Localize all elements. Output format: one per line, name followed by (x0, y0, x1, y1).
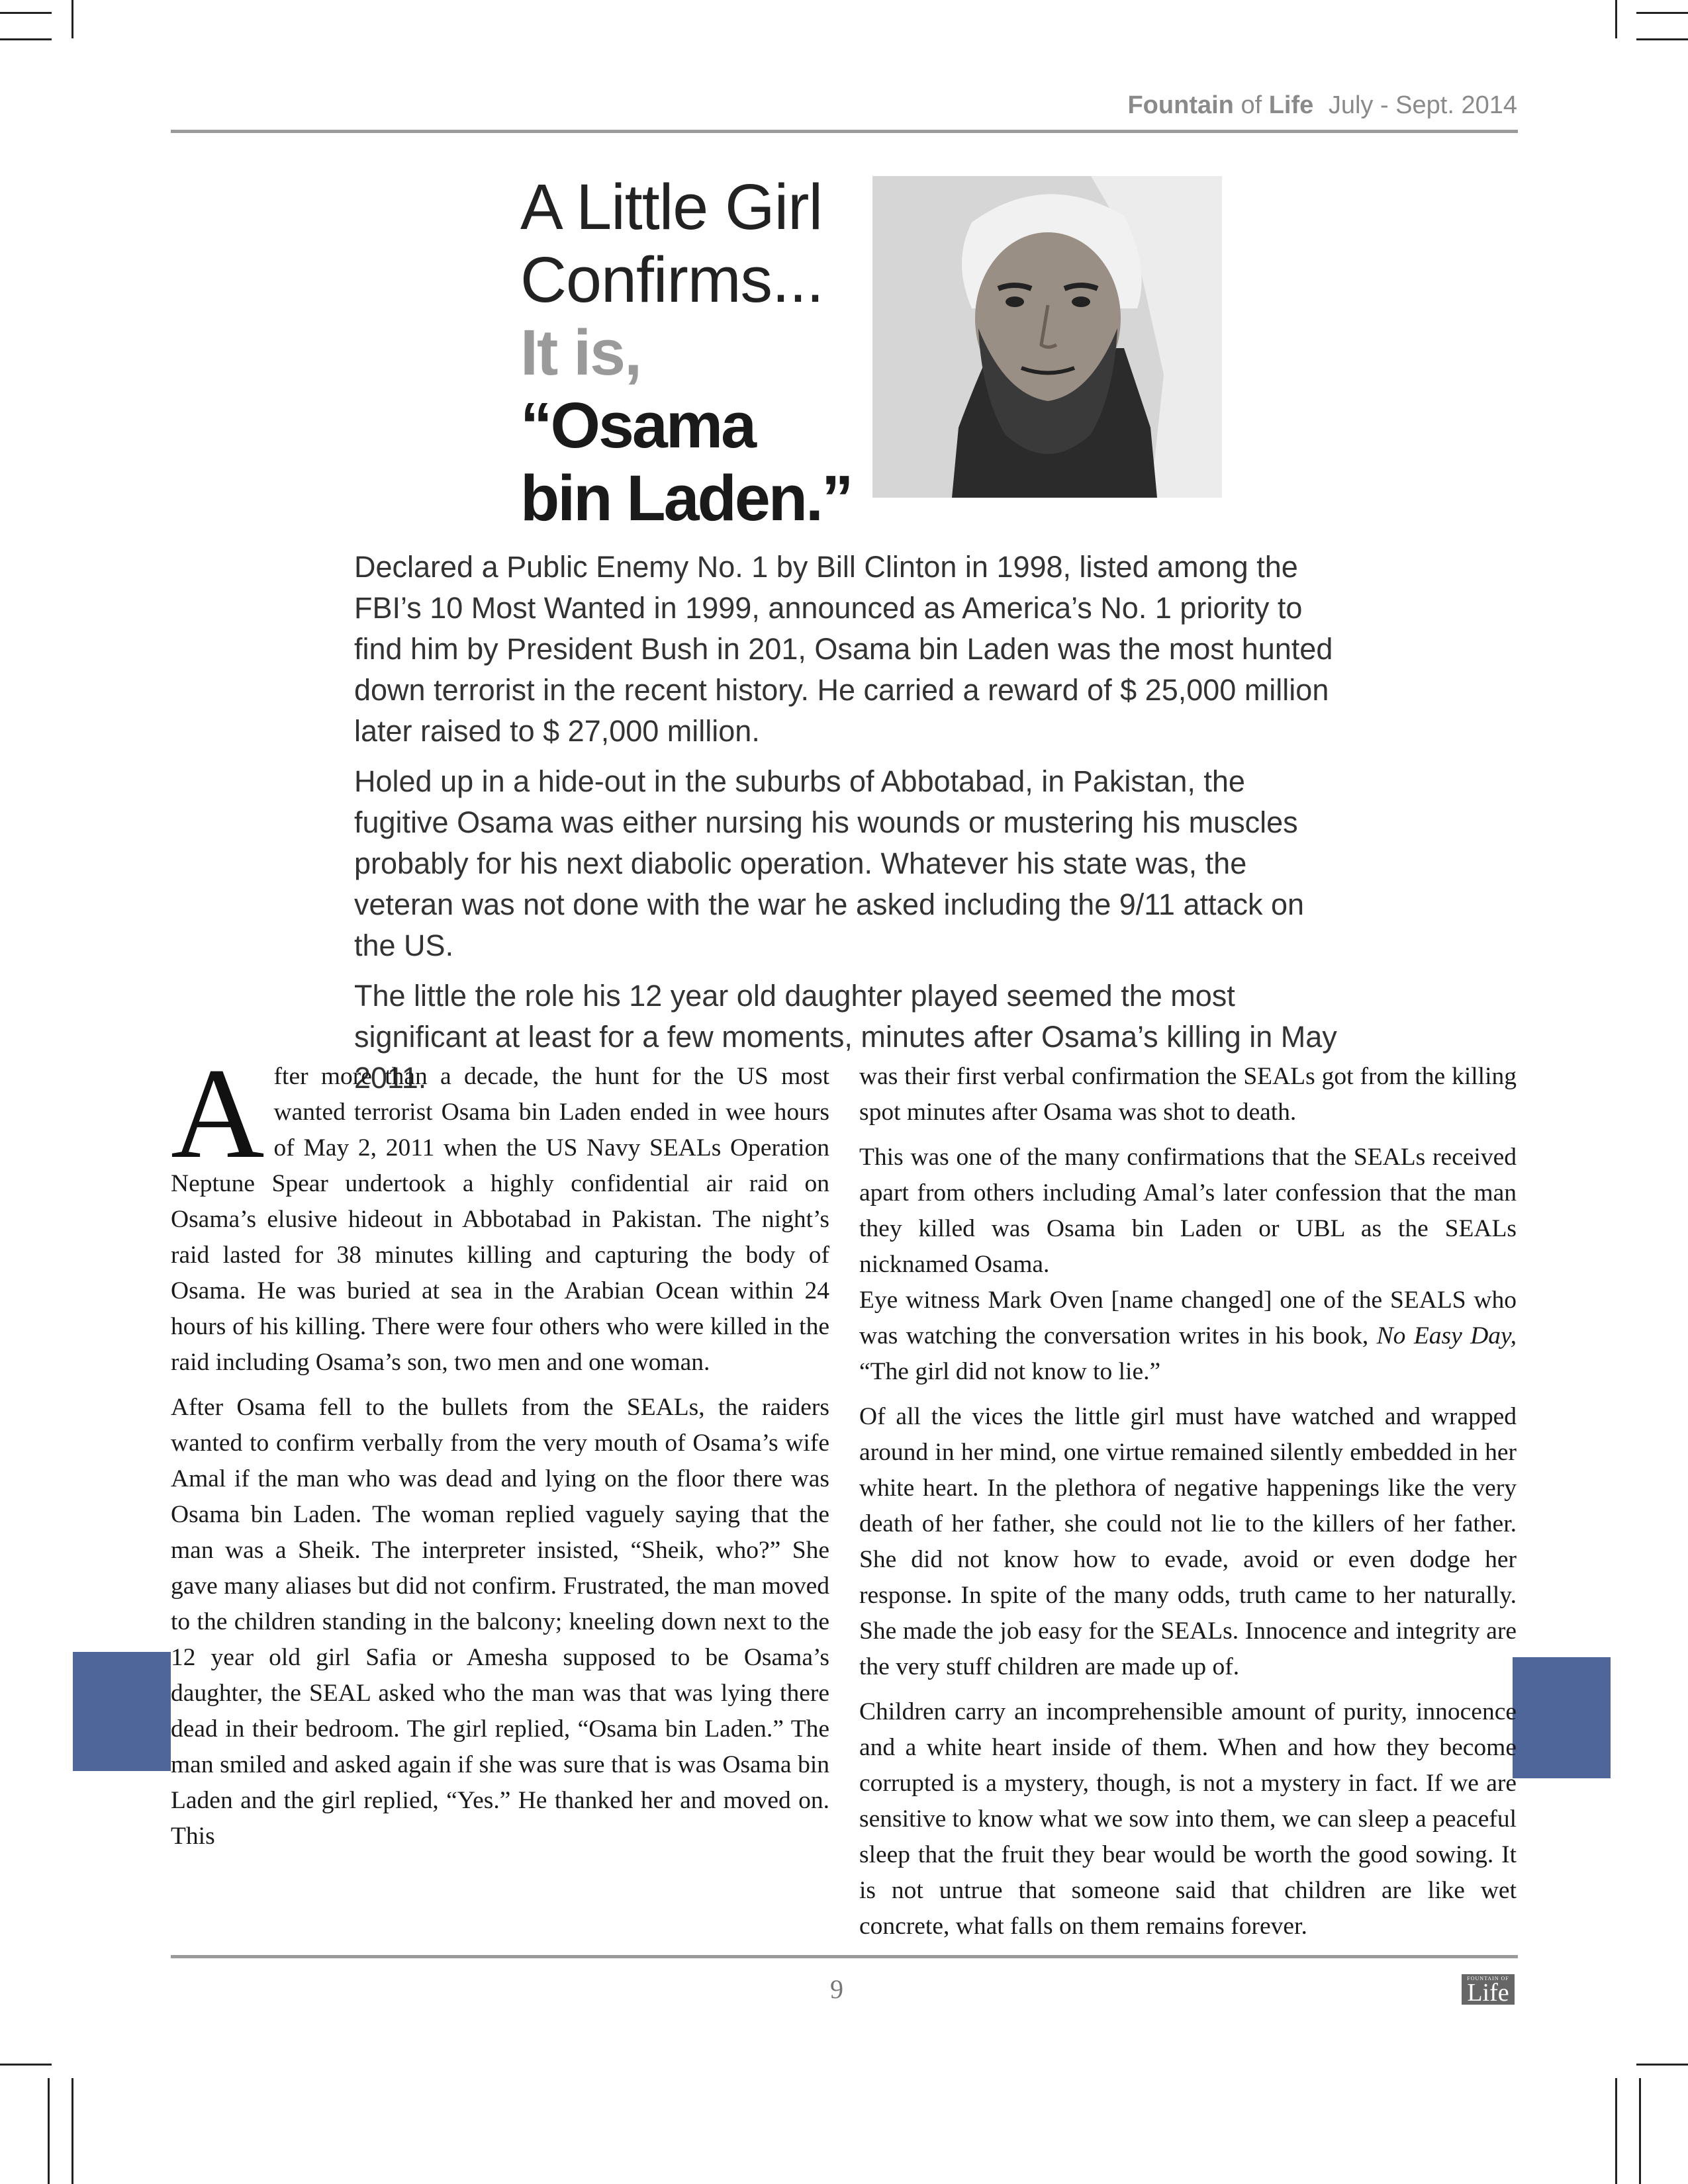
article-column-1: After more than a decade, the hunt for t… (171, 1042, 829, 1864)
book-title: No Easy Day, (1376, 1322, 1517, 1349)
crop-mark (1636, 38, 1688, 40)
logo-life-text: Life (1467, 1979, 1509, 2007)
header-brand-life: Life (1268, 91, 1314, 119)
crop-mark (0, 2064, 52, 2066)
crop-mark (0, 12, 52, 14)
article-paragraph-3: was their first verbal confirmation the … (859, 1063, 1517, 1126)
article-paragraph: After more than a decade, the hunt for t… (171, 1042, 829, 1381)
crop-mark (71, 2078, 73, 2184)
running-header: Fountain of Life July - Sept. 2014 (1127, 91, 1517, 120)
header-issue-date: July - Sept. 2014 (1328, 91, 1517, 119)
header-rule (171, 130, 1518, 133)
crop-mark (1615, 2078, 1617, 2184)
accent-box-left (73, 1652, 171, 1771)
title-line-5: bin Laden.” (520, 462, 853, 534)
article-paragraph-2: After Osama fell to the bullets from the… (171, 1394, 829, 1850)
article-paragraph-1-text: fter more than a decade, the hunt for th… (171, 1063, 829, 1376)
accent-box-right (1513, 1657, 1611, 1778)
crop-mark (71, 0, 73, 38)
intro-paragraph-2: Holed up in a hide-out in the suburbs of… (354, 764, 1305, 962)
header-brand-of: of (1241, 91, 1262, 119)
crop-mark (0, 38, 52, 40)
portrait-illustration (872, 176, 1222, 498)
crop-mark (1636, 2064, 1688, 2066)
article-paragraph-4: This was one of the many confirmations t… (859, 1144, 1517, 1278)
magazine-logo: FOUNTAIN OF Life (1462, 1974, 1515, 2007)
page-number: 9 (830, 1974, 843, 2004)
title-line-4: “Osama (520, 389, 757, 461)
title-line-2: Confirms... (520, 244, 824, 316)
crop-mark (1636, 12, 1688, 14)
footer-rule (171, 1955, 1518, 1958)
portrait-photo (872, 176, 1222, 498)
drop-cap: A (171, 1042, 265, 1185)
article-paragraph-5-text-b: “The girl did not know to lie.” (859, 1358, 1161, 1385)
crop-mark (1639, 2078, 1641, 2184)
article-column-2: was their first verbal confirmation the … (859, 1059, 1517, 1954)
title-line-1: A Little Girl (520, 171, 823, 243)
article-paragraph-6: Of all the vices the little girl must ha… (859, 1403, 1517, 1680)
intro-paragraph-1: Declared a Public Enemy No. 1 by Bill Cl… (354, 550, 1333, 748)
title-line-3: It is, (520, 316, 642, 388)
article-paragraph-5: Eye witness Mark Oven [name changed] one… (859, 1283, 1517, 1390)
article-title: A Little Girl Confirms... It is, “Osama … (520, 171, 853, 535)
crop-mark (1615, 0, 1617, 38)
header-brand-fountain: Fountain (1127, 91, 1234, 119)
crop-mark (48, 2078, 50, 2184)
article-paragraph-7: Children carry an incomprehensible amoun… (859, 1698, 1517, 1940)
intro-text: Declared a Public Enemy No. 1 by Bill Cl… (354, 547, 1340, 1108)
